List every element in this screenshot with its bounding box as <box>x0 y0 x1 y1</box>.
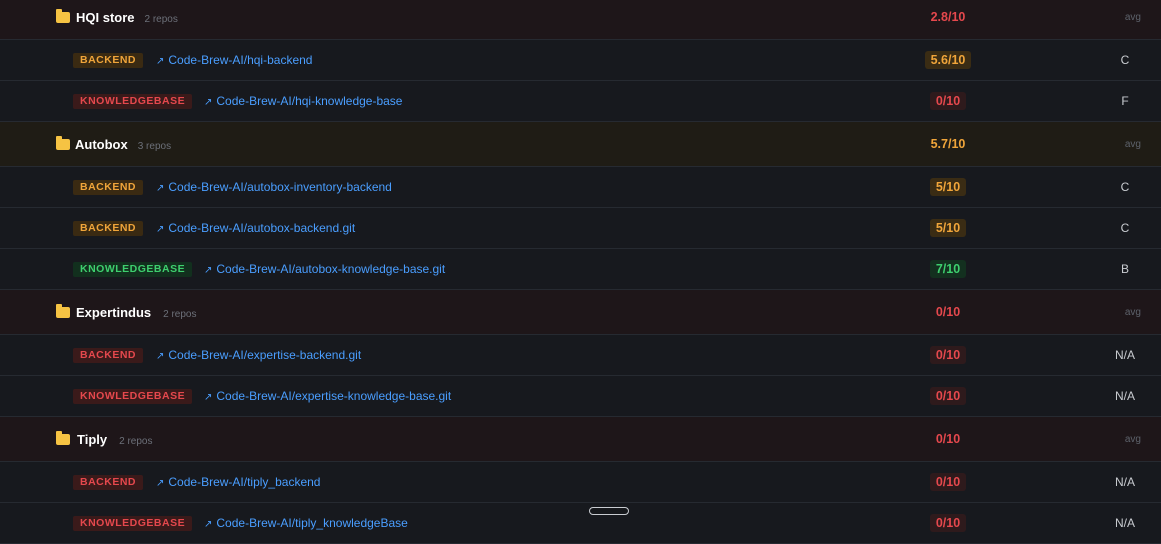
group-name: Tiply 2 repos <box>77 431 153 447</box>
group-row-autobox[interactable]: Autobox 3 repos 5.7/10 avg <box>0 122 1161 167</box>
repo-grade: B <box>1120 262 1129 276</box>
repo-score: 7/10 <box>900 260 996 278</box>
repo-score: 0/10 <box>900 387 996 405</box>
group-name: HQI store 2 repos <box>76 9 178 25</box>
external-link-icon: ↗ <box>156 56 165 67</box>
repo-row: KNOWLEDGEBASE ↗ Code-Brew-AI/hqi-knowledg… <box>0 81 1161 122</box>
repo-row: BACKEND ↗ Code-Brew-AI/hqi-backend 5.6/10… <box>0 40 1161 81</box>
repo-grade: N/A <box>1114 348 1135 362</box>
repo-row: KNOWLEDGEBASE ↗ Code-Brew-AI/expertise-kn… <box>0 376 1161 417</box>
repo-type-badge: BACKEND <box>73 179 143 195</box>
folder-icon <box>56 430 70 445</box>
repo-grade: F <box>1121 94 1129 108</box>
repo-row: BACKEND ↗ Code-Brew-AI/expertise-backend.… <box>0 335 1161 376</box>
repo-link[interactable]: ↗ Code-Brew-AI/autobox-backend.git <box>156 221 355 235</box>
repo-grade: N/A <box>1114 389 1135 403</box>
group-repo-count: 2 repos <box>119 435 153 447</box>
group-score: 2.8/10 <box>930 10 966 24</box>
repo-type-badge: KNOWLEDGEBASE <box>73 388 193 404</box>
repo-score: 0/10 <box>900 92 996 110</box>
repo-type-badge: KNOWLEDGEBASE <box>73 261 193 277</box>
repo-score: 0/10 <box>900 514 996 532</box>
repo-score: 5/10 <box>900 178 996 196</box>
external-link-icon: ↗ <box>204 392 213 403</box>
repo-type-badge: KNOWLEDGEBASE <box>73 515 193 531</box>
folder-icon <box>56 8 70 23</box>
group-repo-count: 2 repos <box>163 308 197 320</box>
repo-type-badge: KNOWLEDGEBASE <box>73 93 193 109</box>
external-link-icon: ↗ <box>156 478 165 489</box>
repo-link[interactable]: ↗ Code-Brew-AI/hqi-backend <box>156 53 312 67</box>
group-row-tiply[interactable]: Tiply 2 repos 0/10 avg <box>0 417 1161 462</box>
repo-row: BACKEND ↗ Code-Brew-AI/tiply_backend 0/10… <box>0 462 1161 503</box>
group-repo-count: 3 repos <box>137 140 172 152</box>
external-link-icon: ↗ <box>156 183 165 194</box>
repo-score: 5.6/10 <box>900 51 996 69</box>
repo-grade: C <box>1120 221 1130 235</box>
repo-score-table: HQI store 2 repos 2.8/10 avg BACKEND ↗ Cod… <box>0 0 1161 544</box>
repo-score: 0/10 <box>900 473 996 491</box>
avg-label: avg <box>1124 138 1141 150</box>
folder-icon <box>56 303 70 318</box>
repo-grade: C <box>1120 180 1130 194</box>
repo-link[interactable]: ↗ Code-Brew-AI/autobox-inventory-backend <box>156 180 392 194</box>
repo-type-badge: BACKEND <box>73 347 143 363</box>
group-row-expertindus[interactable]: Expertindus 2 repos 0/10 avg <box>0 290 1161 335</box>
repo-grade: N/A <box>1114 475 1135 489</box>
repo-link[interactable]: ↗ Code-Brew-AI/tiply_backend <box>156 475 320 489</box>
external-link-icon: ↗ <box>156 351 165 362</box>
repo-type-badge: BACKEND <box>73 220 143 236</box>
avg-label: avg <box>1124 433 1141 445</box>
repo-row: KNOWLEDGEBASE ↗ Code-Brew-AI/tiply_knowle… <box>0 503 1161 544</box>
repo-link[interactable]: ↗ Code-Brew-AI/expertise-knowledge-base.g… <box>204 389 451 403</box>
repo-type-badge: BACKEND <box>73 474 143 490</box>
group-score: 0/10 <box>935 432 961 446</box>
repo-link[interactable]: ↗ Code-Brew-AI/hqi-knowledge-base <box>204 94 402 108</box>
group-name: Expertindus 2 repos <box>76 304 197 320</box>
horizontal-scrollbar-thumb[interactable] <box>589 507 629 515</box>
repo-score: 0/10 <box>900 346 996 364</box>
repo-link[interactable]: ↗ Code-Brew-AI/autobox-knowledge-base.git <box>204 262 445 276</box>
group-repo-count: 2 repos <box>144 13 178 25</box>
external-link-icon: ↗ <box>204 265 213 276</box>
external-link-icon: ↗ <box>156 224 165 235</box>
repo-grade: C <box>1120 53 1130 67</box>
repo-type-badge: BACKEND <box>73 52 143 68</box>
repo-row: KNOWLEDGEBASE ↗ Code-Brew-AI/autobox-know… <box>0 249 1161 290</box>
repo-row: BACKEND ↗ Code-Brew-AI/autobox-backend.gi… <box>0 208 1161 249</box>
external-link-icon: ↗ <box>204 97 213 108</box>
external-link-icon: ↗ <box>204 519 213 530</box>
repo-row: BACKEND ↗ Code-Brew-AI/autobox-inventory-… <box>0 167 1161 208</box>
avg-label: avg <box>1124 306 1141 318</box>
folder-icon <box>56 135 70 150</box>
group-row-hqi-store[interactable]: HQI store 2 repos 2.8/10 avg <box>0 0 1161 40</box>
repo-score: 5/10 <box>900 219 996 237</box>
repo-link[interactable]: ↗ Code-Brew-AI/expertise-backend.git <box>156 348 361 362</box>
group-name: Autobox 3 repos <box>75 136 172 152</box>
avg-label: avg <box>1124 11 1141 23</box>
group-score: 0/10 <box>935 305 961 319</box>
group-score: 5.7/10 <box>930 137 966 151</box>
